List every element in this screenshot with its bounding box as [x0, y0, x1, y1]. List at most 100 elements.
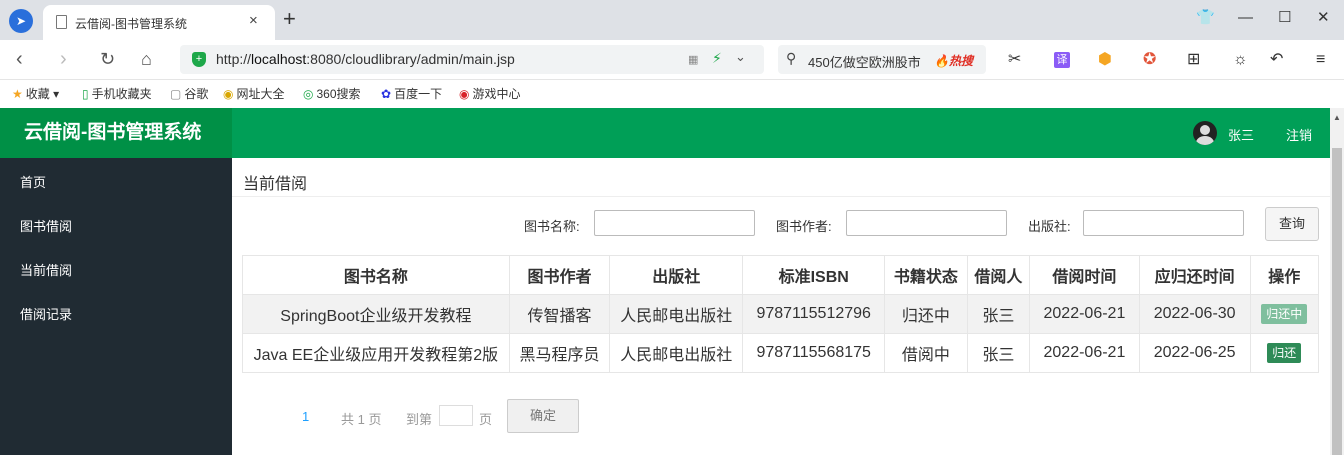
action-cell: 归还 — [1249, 333, 1319, 373]
column-header: 图书作者 — [508, 255, 611, 295]
bookmark-favorites[interactable]: ★ 收藏 ▾ — [12, 85, 59, 102]
brightness-icon[interactable]: ☼ — [1233, 50, 1248, 70]
table-row: Java EE企业级应用开发教程第2版 黑马程序员 人民邮电出版社 978711… — [242, 333, 1319, 373]
column-header: 出版社 — [609, 255, 744, 295]
bookmark-mobile[interactable]: ▯ 手机收藏夹 — [82, 85, 152, 102]
coin-icon[interactable]: ⬢ — [1098, 50, 1112, 70]
user-name[interactable]: 张三 — [1228, 125, 1254, 144]
borrow-table: 图书名称 图书作者 出版社 标准ISBN 书籍状态 借阅人 借阅时间 应归还时间… — [242, 255, 1319, 373]
star-icon: ★ — [12, 87, 23, 101]
book-author-cell: 传智播客 — [508, 294, 611, 334]
url-text[interactable]: http://localhost:8080/cloudlibrary/admin… — [216, 51, 515, 67]
publisher-input[interactable] — [1083, 210, 1244, 236]
status-cell: 归还中 — [884, 294, 968, 334]
publisher-cell: 人民邮电出版社 — [609, 294, 744, 334]
confirm-button[interactable]: 确定 — [507, 399, 579, 433]
book-name-input[interactable] — [594, 210, 755, 236]
column-header: 借阅人 — [966, 255, 1031, 295]
undo-icon[interactable]: ↶ — [1270, 50, 1283, 70]
goto-page-input[interactable] — [439, 405, 473, 426]
bookmark-google[interactable]: ▢ 谷歌 — [170, 85, 208, 102]
sidebar-item-borrow[interactable]: 图书借阅 — [20, 216, 72, 235]
browser-logo-icon[interactable]: ➤ — [9, 9, 33, 33]
isbn-cell: 9787115512796 — [742, 294, 886, 334]
publisher-cell: 人民邮电出版社 — [609, 333, 744, 373]
forward-button[interactable]: › — [60, 47, 67, 71]
reload-button[interactable]: ↻ — [100, 47, 115, 71]
maximize-button[interactable]: ☐ — [1278, 8, 1291, 28]
page-title: 当前借阅 — [243, 176, 308, 193]
column-header: 标准ISBN — [742, 255, 886, 295]
paw-icon: ✿ — [381, 87, 392, 101]
current-page[interactable]: 1 — [302, 409, 309, 424]
book-name-cell: Java EE企业级应用开发教程第2版 — [242, 333, 510, 373]
sidebar-item-current[interactable]: 当前借阅 — [20, 260, 72, 279]
sidebar: 首页 图书借阅 当前借阅 借阅记录 — [0, 158, 232, 455]
bookmark-games[interactable]: ◉ 游戏中心 — [459, 85, 521, 102]
return-time-cell: 2022-06-30 — [1138, 294, 1251, 334]
scissors-icon[interactable]: ✂ — [1008, 50, 1021, 70]
apps-grid-icon[interactable]: ⊞ — [1187, 50, 1200, 70]
return-button[interactable]: 归还 — [1267, 343, 1302, 363]
game-icon[interactable]: ✪ — [1143, 50, 1156, 70]
borrower-cell: 张三 — [966, 294, 1031, 334]
bookmark-hao[interactable]: ◉ 网址大全 — [223, 85, 285, 102]
column-header: 借阅时间 — [1029, 255, 1140, 295]
tab-close-icon[interactable]: × — [249, 12, 258, 29]
bookmark-360[interactable]: ◎ 360搜索 — [303, 85, 361, 102]
app-title: 云借阅-图书管理系统 — [0, 108, 232, 158]
translate-icon[interactable]: 译 — [1054, 52, 1070, 68]
home-button[interactable]: ⌂ — [141, 47, 152, 71]
goto-prefix: 到第 — [406, 412, 433, 427]
action-cell: 归还中 — [1249, 294, 1319, 334]
lightning-icon[interactable]: ⚡ — [712, 50, 722, 67]
search-box[interactable]: ⚲ 450亿做空欧洲股市 🔥热搜 — [778, 45, 986, 74]
table-row: SpringBoot企业级开发教程 传智播客 人民邮电出版社 978711551… — [242, 294, 1319, 334]
breadcrumb: 当前借阅 — [232, 158, 1330, 197]
table-header-row: 图书名称 图书作者 出版社 标准ISBN 书籍状态 借阅人 借阅时间 应归还时间… — [242, 255, 1319, 295]
hot-search-badge[interactable]: 🔥热搜 — [934, 52, 973, 69]
avatar[interactable] — [1193, 121, 1217, 145]
query-button[interactable]: 查询 — [1265, 207, 1319, 241]
browser-tab[interactable]: 云借阅-图书管理系统 × — [43, 5, 275, 40]
qr-code-icon[interactable]: ▦ — [688, 53, 698, 66]
scrollbar-thumb[interactable] — [1332, 148, 1342, 455]
bookmark-baidu[interactable]: ✿ 百度一下 — [381, 85, 442, 102]
search-icon: ⚲ — [786, 50, 797, 66]
menu-icon[interactable]: ≡ — [1316, 50, 1325, 70]
page-icon — [56, 15, 67, 29]
borrow-time-cell: 2022-06-21 — [1029, 294, 1140, 334]
shirt-icon[interactable]: 👕 — [1196, 8, 1215, 28]
borrow-time-cell: 2022-06-21 — [1029, 333, 1140, 373]
scroll-up-icon[interactable]: ▲ — [1333, 113, 1341, 122]
sidebar-item-home[interactable]: 首页 — [20, 172, 46, 191]
book-author-input[interactable] — [846, 210, 1007, 236]
publisher-label: 出版社: — [1028, 219, 1071, 234]
column-header: 图书名称 — [242, 255, 510, 295]
page-icon: ▢ — [170, 87, 182, 101]
window-close-button[interactable]: ✕ — [1317, 8, 1330, 28]
url-bar[interactable]: + http://localhost:8080/cloudlibrary/adm… — [180, 45, 764, 74]
goto-suffix: 页 — [479, 412, 493, 427]
returning-button[interactable]: 归还中 — [1261, 304, 1308, 324]
browser-tab-bar: ➤ 云借阅-图书管理系统 × + 👕 — ☐ ✕ — [0, 0, 1344, 40]
360-icon: ◎ — [303, 87, 314, 101]
return-time-cell: 2022-06-25 — [1138, 333, 1251, 373]
tab-title: 云借阅-图书管理系统 — [75, 17, 187, 31]
app-header: 云借阅-图书管理系统 张三 注销 — [0, 108, 1330, 158]
column-header: 书籍状态 — [884, 255, 968, 295]
back-button[interactable]: ‹ — [16, 47, 23, 71]
logout-link[interactable]: 注销 — [1286, 125, 1312, 144]
chevron-down-icon[interactable]: ⌄ — [735, 49, 746, 65]
scrollbar[interactable]: ▲ — [1330, 108, 1344, 455]
sidebar-item-records[interactable]: 借阅记录 — [20, 304, 72, 323]
isbn-cell: 9787115568175 — [742, 333, 886, 373]
globe-icon: ◉ — [223, 87, 234, 101]
minimize-button[interactable]: — — [1238, 8, 1253, 28]
column-header: 应归还时间 — [1138, 255, 1251, 295]
search-text[interactable]: 450亿做空欧洲股市 — [808, 52, 921, 71]
book-name-cell: SpringBoot企业级开发教程 — [242, 294, 510, 334]
phone-icon: ▯ — [82, 87, 89, 101]
new-tab-button[interactable]: + — [283, 7, 296, 31]
column-header: 操作 — [1249, 255, 1319, 295]
